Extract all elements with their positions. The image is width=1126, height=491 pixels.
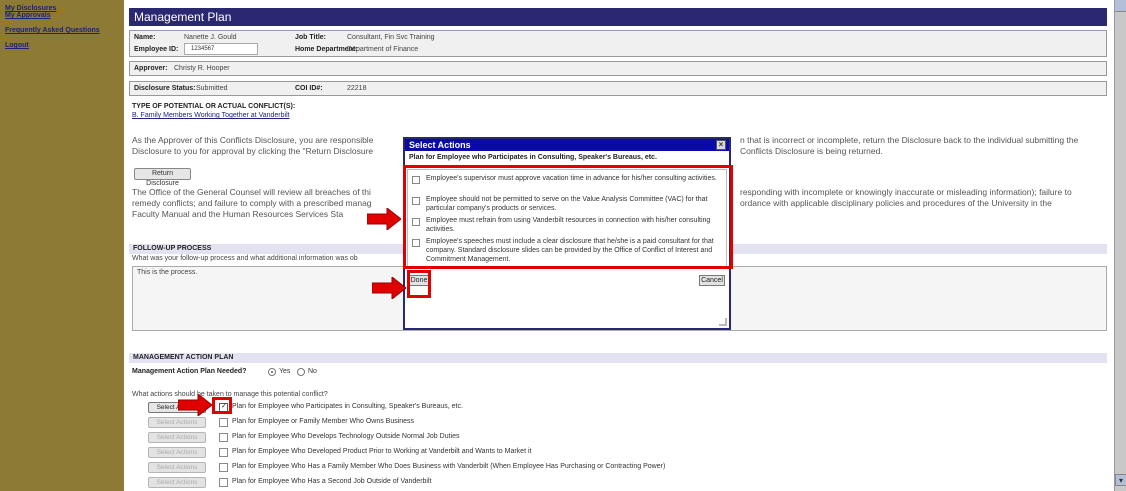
radio-dot-icon — [271, 371, 273, 373]
select-actions-button-disabled: Select Actions — [148, 477, 206, 488]
done-highlight-box — [407, 270, 431, 298]
approver-instructions-line2-left: Disclosure to you for approval by clicki… — [132, 146, 374, 156]
conflict-type-link[interactable]: B. Family Members Working Together at Va… — [132, 112, 290, 119]
dialog-subtitle: Plan for Employee who Participates in Co… — [409, 154, 657, 161]
action-plan-yes-label: Yes — [279, 368, 291, 375]
approver-panel: Approver: Christy R. Hooper — [129, 61, 1107, 76]
job-title: Consultant, Fin Svc Training — [347, 34, 435, 41]
approver-instructions-left: As the Approver of this Conflicts Disclo… — [132, 135, 374, 145]
select-actions-button-disabled: Select Actions — [148, 432, 206, 443]
action-plan-no-label: No — [308, 368, 317, 375]
sidebar-link-faq[interactable]: Frequently Asked Questions — [0, 27, 100, 34]
plan-checkbox-developed-product[interactable] — [219, 448, 228, 457]
coi-id-label: COI ID#: — [295, 85, 323, 92]
close-icon[interactable]: × — [716, 140, 726, 150]
plan-label-family-business: Plan for Employee Who Has a Family Membe… — [232, 463, 666, 470]
scroll-up-button[interactable] — [1115, 0, 1126, 12]
plan-checkbox-owns-business[interactable] — [219, 418, 228, 427]
employee-name: Nanette J. Gould — [184, 34, 237, 41]
dialog-titlebar: Select Actions × — [405, 139, 729, 151]
chevron-down-icon: ▾ — [1118, 476, 1123, 485]
plan-label-owns-business: Plan for Employee or Family Member Who O… — [232, 418, 415, 425]
disclosure-status: Submitted — [196, 85, 228, 92]
approver-name: Christy R. Hooper — [174, 65, 230, 72]
approver-instructions-right: n that is incorrect or incomplete, retur… — [740, 135, 1079, 145]
employee-id-field: 1234567 — [184, 43, 258, 55]
plan-checkbox-family-business[interactable] — [219, 463, 228, 472]
options-highlight-box — [403, 165, 733, 269]
dialog-title: Select Actions — [409, 140, 471, 150]
followup-question: What was your follow-up process and what… — [132, 255, 358, 262]
general-counsel-notice-line1-left: The Office of the General Counsel will r… — [132, 187, 371, 197]
cancel-button[interactable]: Cancel — [699, 275, 725, 286]
plan-label-second-job: Plan for Employee Who Has a Second Job O… — [232, 478, 432, 485]
conflict-type-heading: TYPE OF POTENTIAL OR ACTUAL CONFLICT(S): — [132, 103, 296, 110]
checkbox-highlight-box — [212, 397, 232, 414]
general-counsel-notice-line1-right: responding with incomplete or knowingly … — [740, 187, 1072, 197]
plan-checkbox-second-job[interactable] — [219, 478, 228, 487]
sidebar-link-my-disclosures[interactable]: My Disclosures — [0, 5, 56, 12]
general-counsel-notice-line2-left: remedy conflicts; and failure to comply … — [132, 198, 372, 208]
general-counsel-notice-line2-right: ordance with applicable disciplinary pol… — [740, 198, 1052, 208]
plan-label-consulting: Plan for Employee who Participates in Co… — [232, 403, 463, 410]
return-disclosure-button[interactable]: Return Disclosure — [134, 168, 191, 187]
resize-grip-icon[interactable] — [719, 318, 727, 326]
status-panel: Disclosure Status: Submitted COI ID#: 22… — [129, 81, 1107, 96]
red-arrow-icon — [367, 208, 401, 230]
sidebar-link-my-approvals[interactable]: My Approvals — [0, 12, 51, 19]
home-department: Department of Finance — [347, 46, 419, 53]
job-title-label: Job Title: — [295, 34, 326, 41]
plan-checkbox-develops-technology[interactable] — [219, 433, 228, 442]
page-title: Management Plan — [129, 8, 1107, 26]
vertical-scrollbar[interactable]: ▾ — [1114, 0, 1126, 491]
employee-id-label: Employee ID: — [134, 46, 179, 53]
sidebar-link-logout[interactable]: Logout — [0, 42, 29, 49]
employee-panel: Name: Nanette J. Gould Employee ID: 1234… — [129, 30, 1107, 57]
action-plan-yes-radio[interactable] — [268, 368, 276, 376]
action-plan-heading: MANAGEMENT ACTION PLAN — [129, 353, 1107, 363]
action-plan-no-radio[interactable] — [297, 368, 305, 376]
plan-label-developed-product: Plan for Employee Who Developed Product … — [232, 448, 532, 455]
general-counsel-notice-line3: Faculty Manual and the Human Resources S… — [132, 209, 344, 219]
scroll-down-button[interactable]: ▾ — [1115, 474, 1126, 486]
approver-label: Approver: — [134, 65, 168, 72]
approver-instructions-line2-right: Conflicts Disclosure is being returned. — [740, 146, 883, 156]
action-plan-needed-label: Management Action Plan Needed? — [132, 368, 247, 375]
select-actions-button-disabled: Select Actions — [148, 462, 206, 473]
sidebar: My Disclosures My Approvals Frequently A… — [0, 0, 124, 491]
coi-id: 22218 — [347, 85, 367, 92]
name-label: Name: — [134, 34, 156, 41]
disclosure-status-label: Disclosure Status: — [134, 85, 196, 92]
select-actions-button-disabled: Select Actions — [148, 417, 206, 428]
red-arrow-icon — [178, 394, 212, 416]
red-arrow-icon — [372, 277, 406, 299]
select-actions-button-disabled: Select Actions — [148, 447, 206, 458]
plan-label-develops-technology: Plan for Employee Who Develops Technolog… — [232, 433, 460, 440]
